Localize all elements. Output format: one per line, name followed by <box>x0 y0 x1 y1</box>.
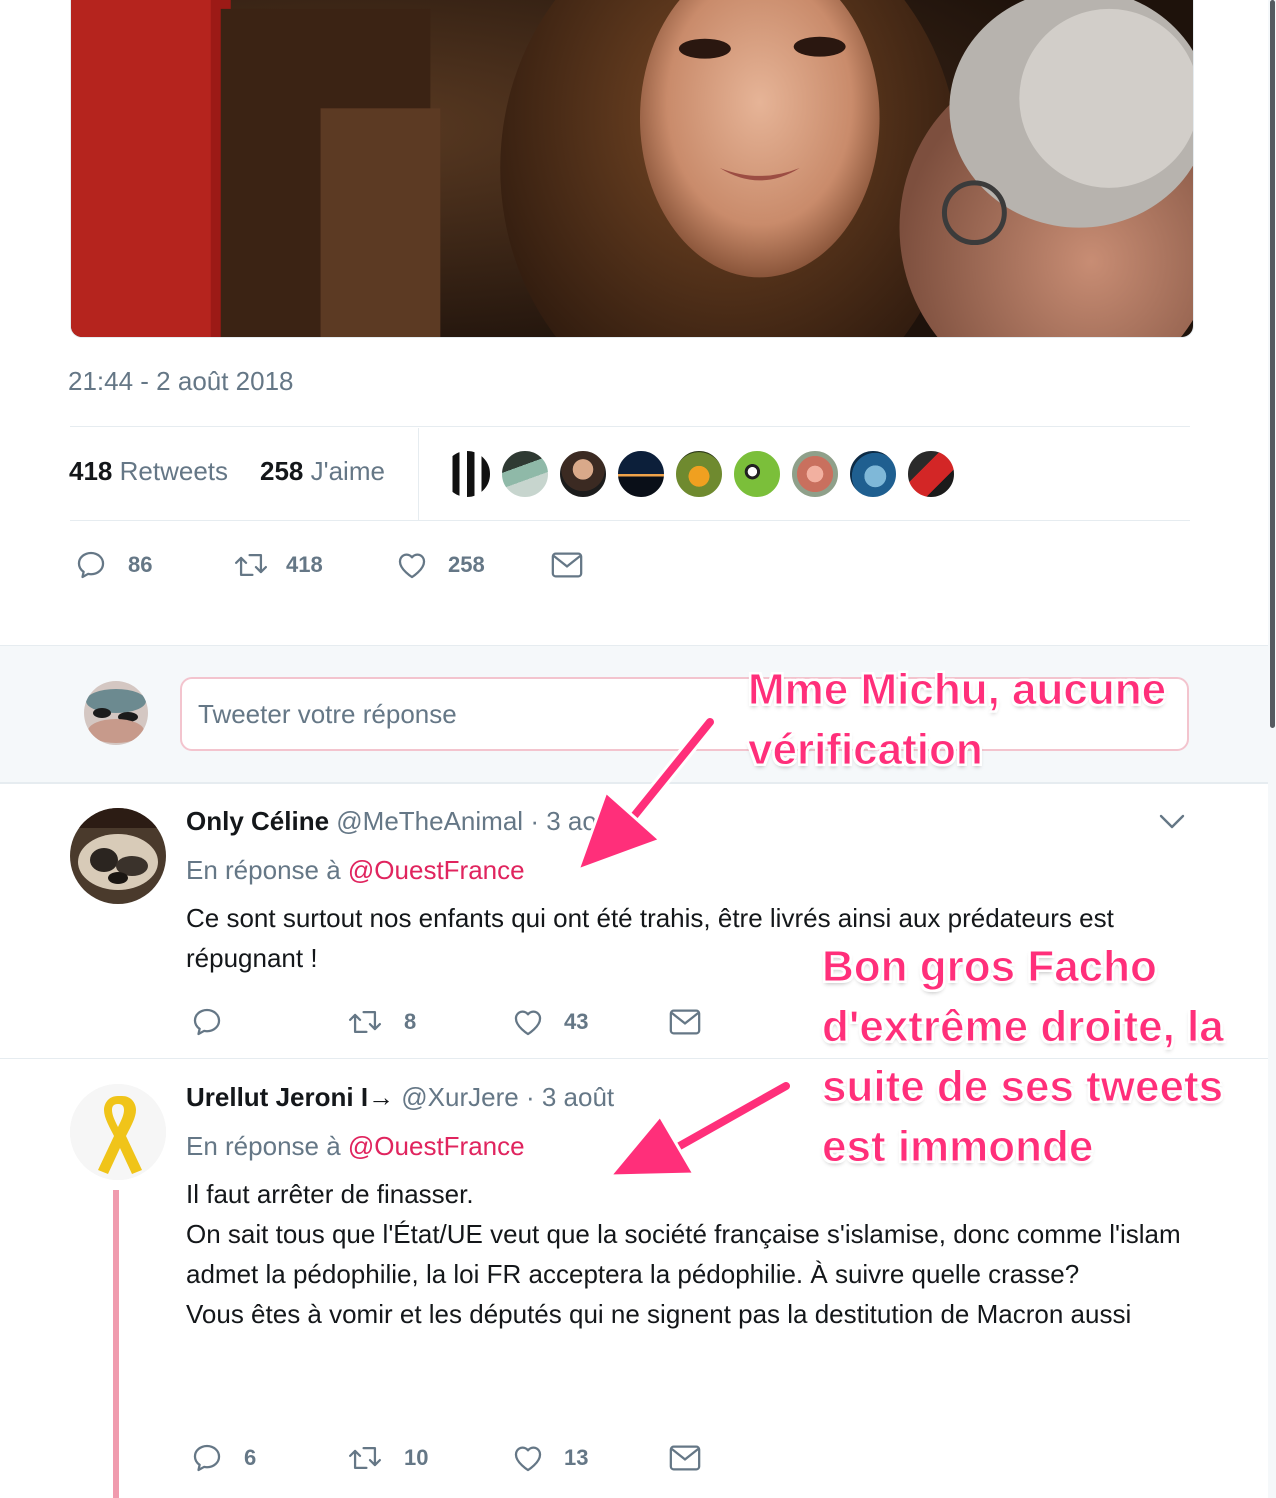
dm-icon <box>551 552 583 578</box>
annotation-line: suite de ses tweets <box>822 1062 1224 1112</box>
dm-icon <box>669 1009 701 1035</box>
display-name[interactable]: Urellut Jeroni I→ <box>186 1082 394 1112</box>
annotation-arrow <box>606 1079 793 1178</box>
annotation-text: Mme Michu, aucune vérification <box>747 660 1167 780</box>
tweet-text-line: Il faut arrêter de finasser. <box>186 1179 474 1209</box>
retweet-count: 418 <box>286 552 323 577</box>
reply-prefix: En réponse à <box>186 1131 341 1161</box>
annotation-line: Bon gros Facho <box>822 942 1158 992</box>
like-icon <box>514 1446 542 1472</box>
reply-context: En réponse à @OuestFrance <box>186 1131 525 1162</box>
retweet-icon <box>348 1010 382 1034</box>
reply-prefix: En réponse à <box>186 855 341 885</box>
annotation-line: d'extrême droite, la <box>822 1002 1225 1052</box>
like-count: 43 <box>564 1009 589 1034</box>
retweet-count: 8 <box>404 1009 417 1034</box>
annotation-line: vérification <box>747 725 983 775</box>
tweet-photo[interactable] <box>70 0 1194 338</box>
chevron-down-icon[interactable] <box>1158 810 1186 832</box>
reply-context: En réponse à @OuestFrance <box>186 855 525 886</box>
retweets-stat[interactable]: 418 Retweets <box>69 456 228 487</box>
avatar[interactable] <box>675 450 723 498</box>
tweet-date[interactable]: · 3 août <box>526 1082 614 1112</box>
reply-icon <box>193 1444 221 1472</box>
dm-button[interactable] <box>550 550 584 580</box>
reply-count: 6 <box>244 1445 257 1470</box>
yellow-ribbon-icon <box>70 1084 166 1180</box>
annotation-line: Mme Michu, aucune <box>747 665 1167 715</box>
tweet-text: Il faut arrêter de finasser. On sait tou… <box>186 1174 1186 1334</box>
avatar[interactable] <box>617 450 665 498</box>
retweet-icon <box>348 1446 382 1470</box>
retweet-button[interactable]: 418 <box>232 548 394 582</box>
photo-illustration <box>71 0 1193 337</box>
username[interactable]: @MeTheAnimal <box>336 806 523 836</box>
avatar[interactable] <box>443 450 491 498</box>
likers-avatars <box>443 450 955 498</box>
tweet-timestamp[interactable]: 21:44 - 2 août 2018 <box>68 366 294 397</box>
retweets-count: 418 <box>69 456 113 486</box>
tweet-header: Urellut Jeroni I→ @XurJere · 3 août <box>186 1082 614 1113</box>
tweet-text-line: Vous êtes à vomir et les députés qui ne … <box>186 1299 1132 1329</box>
annotation-text: Bon gros Facho d'extrême droite, la suit… <box>822 937 1225 1177</box>
annotation-line: est immonde <box>822 1122 1094 1172</box>
avatar[interactable] <box>501 450 549 498</box>
avatar[interactable] <box>70 1084 166 1180</box>
tweet-actions: 86 418 258 <box>74 548 584 582</box>
thread-line <box>113 1190 119 1498</box>
avatar[interactable] <box>733 450 781 498</box>
retweet-icon <box>234 553 268 577</box>
like-icon <box>514 1010 542 1036</box>
retweets-label: Retweets <box>119 456 229 486</box>
like-button[interactable]: 258 <box>394 548 550 582</box>
tweet-actions: 8 43 <box>190 1005 702 1039</box>
like-count: 13 <box>564 1445 589 1470</box>
divider <box>0 783 1268 784</box>
tweet-actions: 6 10 13 <box>190 1441 702 1475</box>
avatar[interactable] <box>907 450 955 498</box>
retweet-count: 10 <box>404 1445 429 1470</box>
reply-button[interactable]: 6 <box>190 1441 346 1475</box>
divider <box>70 520 1190 521</box>
display-name[interactable]: Only Céline <box>186 806 329 836</box>
tweet-date[interactable]: · 3 août <box>530 806 618 836</box>
reply-icon <box>193 1008 221 1036</box>
avatar[interactable] <box>559 450 607 498</box>
retweet-button[interactable]: 8 <box>346 1005 510 1039</box>
reply-count: 86 <box>128 552 153 577</box>
avatar-image <box>70 808 166 904</box>
tweet-header: Only Céline @MeTheAnimal · 3 août <box>186 806 618 837</box>
divider <box>70 426 1190 427</box>
likes-label: J'aime <box>310 456 385 486</box>
avatar[interactable] <box>70 808 166 904</box>
divider <box>418 428 419 520</box>
tweet-text-line: On sait tous que l'État/UE veut que la s… <box>186 1219 1181 1289</box>
retweet-button[interactable]: 10 <box>346 1441 510 1475</box>
reply-button[interactable]: 86 <box>74 548 232 582</box>
likes-count: 258 <box>260 456 304 486</box>
dm-button[interactable] <box>668 1007 702 1037</box>
reply-icon <box>77 551 105 579</box>
like-button[interactable]: 13 <box>510 1441 668 1475</box>
likes-stat[interactable]: 258 J'aime <box>260 456 385 487</box>
user-avatar-image <box>84 681 148 745</box>
like-button[interactable]: 43 <box>510 1005 668 1039</box>
like-count: 258 <box>448 552 485 577</box>
dm-button[interactable] <box>668 1443 702 1473</box>
scrollbar-thumb[interactable] <box>1270 0 1275 728</box>
username[interactable]: @XurJere <box>401 1082 518 1112</box>
dm-icon <box>669 1445 701 1471</box>
reply-button[interactable] <box>190 1005 346 1039</box>
mention-link[interactable]: @OuestFrance <box>348 855 525 885</box>
mention-link[interactable]: @OuestFrance <box>348 1131 525 1161</box>
user-avatar <box>84 681 148 745</box>
avatar[interactable] <box>849 450 897 498</box>
avatar[interactable] <box>791 450 839 498</box>
like-icon <box>398 553 426 579</box>
